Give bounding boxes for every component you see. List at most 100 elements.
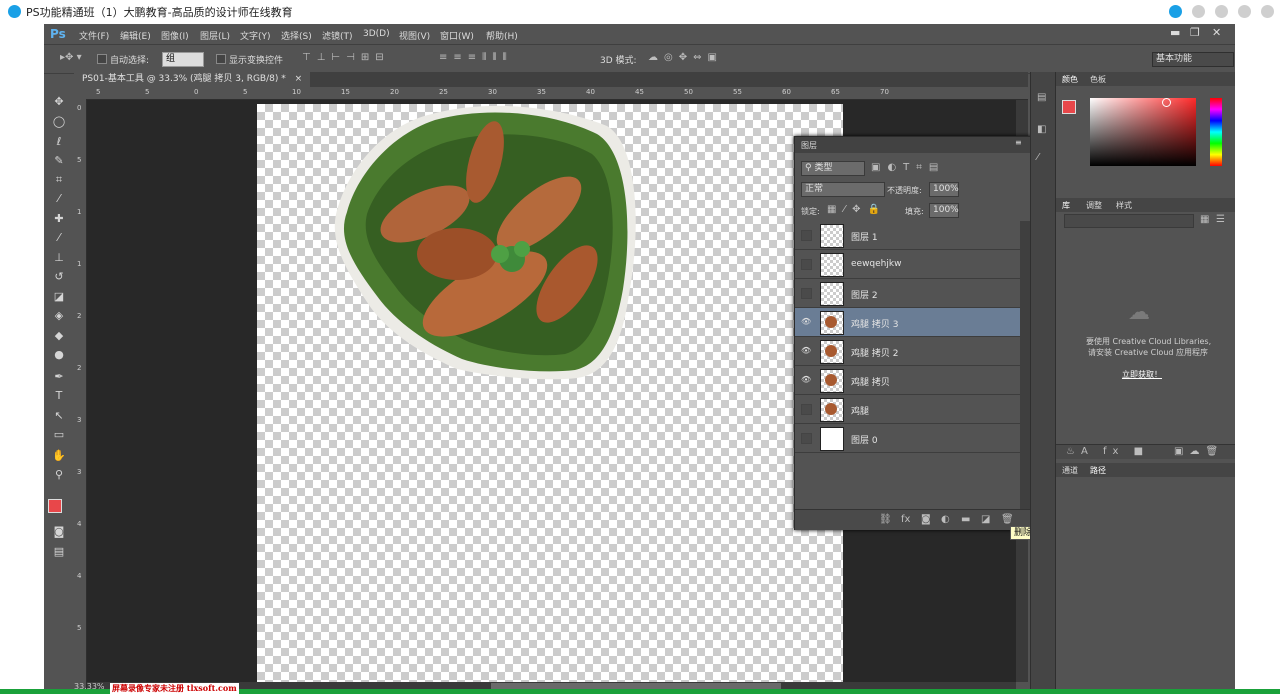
tab-color[interactable]: 颜色 (1062, 74, 1078, 85)
eyedropper-tool-icon[interactable]: ⁄ (52, 192, 66, 206)
visibility-toggle[interactable] (801, 433, 812, 444)
history-panel-icon[interactable]: ▤ (1037, 92, 1046, 103)
quick-mask-icon[interactable]: ◙ (52, 525, 66, 539)
hand-tool-icon[interactable]: ✋ (52, 449, 66, 463)
color-foreground-swatch[interactable] (1062, 100, 1076, 114)
player-pin-icon[interactable] (1169, 5, 1182, 18)
path-select-icon[interactable]: ↖ (52, 409, 66, 423)
menu-help[interactable]: 帮助(H) (486, 29, 518, 42)
menu-3d[interactable]: 3D(D) (363, 29, 390, 39)
add-mask-icon[interactable]: ◙ (921, 514, 931, 525)
rectangle-tool-icon[interactable]: ▭ (52, 428, 66, 442)
quick-select-tool-icon[interactable]: ✎ (52, 154, 66, 168)
get-cc-link[interactable]: 立即获取！ (1122, 369, 1162, 380)
layer-row[interactable]: 鸡腿 (795, 395, 1020, 424)
hue-slider[interactable] (1210, 98, 1222, 166)
align-icons[interactable]: ⊤⊥⊢⊣⊞⊟ (302, 52, 390, 63)
new-layer-icon[interactable]: ◪ (981, 514, 990, 525)
list-view-icon[interactable]: ☰ (1216, 214, 1225, 225)
menu-filter[interactable]: 滤镜(T) (322, 29, 353, 42)
paint-bucket-icon[interactable]: ◈ (52, 309, 66, 323)
pen-tool-icon[interactable]: ✒ (52, 370, 66, 384)
player-maximize-button[interactable] (1238, 5, 1251, 18)
type-tool-icon[interactable]: T (52, 389, 66, 403)
blend-mode-dropdown[interactable]: 正常 (801, 182, 885, 197)
stamp-tool-icon[interactable]: ⊥ (52, 251, 66, 265)
menu-type[interactable]: 文字(Y) (240, 29, 271, 42)
menu-edit[interactable]: 编辑(E) (120, 29, 151, 42)
player-minimize-button[interactable] (1215, 5, 1228, 18)
tab-channels[interactable]: 通道 (1062, 465, 1078, 476)
distribute-icons[interactable]: ≡≡≡⫴⫴⫴ (439, 52, 513, 63)
filter-icons[interactable]: ▣◐T⌗▤ (871, 162, 945, 173)
close-icon[interactable]: ✕ (1212, 26, 1221, 39)
adjustment-layer-icon[interactable]: ◐ (941, 514, 950, 525)
screen-mode-icon[interactable]: ▤ (52, 545, 66, 559)
layer-row[interactable]: 👁 鸡腿 拷贝 2 (795, 337, 1020, 366)
library-dropdown[interactable] (1064, 214, 1194, 228)
eraser-tool-icon[interactable]: ◪ (52, 290, 66, 304)
layer-row-selected[interactable]: 👁 鸡腿 拷贝 3 (795, 308, 1020, 337)
layer-row[interactable]: 图层 1 (795, 221, 1020, 250)
menu-file[interactable]: 文件(F) (79, 29, 109, 42)
tab-swatches[interactable]: 色板 (1090, 74, 1106, 85)
eye-icon[interactable]: 👁 (801, 375, 811, 384)
menu-image[interactable]: 图像(I) (161, 29, 189, 42)
layer-row[interactable]: eewqehjkw (795, 250, 1020, 279)
library-action-icons[interactable]: ▣☁🗑 (1174, 446, 1224, 457)
layers-panel-header[interactable]: 图层 ≡ (795, 137, 1030, 153)
tab-close-icon[interactable]: × (295, 74, 303, 84)
filter-type-dropdown[interactable]: ⚲ 类型 (801, 161, 865, 176)
tab-paths[interactable]: 路径 (1090, 465, 1106, 476)
move-tool-preset-icon[interactable]: ▸✥ ▾ (60, 52, 82, 63)
library-footer-icons[interactable]: ♨A fx ■ (1066, 446, 1149, 457)
eye-icon[interactable]: 👁 (801, 317, 811, 326)
lock-icons[interactable]: ▦⁄✥🔒 (827, 204, 887, 215)
eye-icon[interactable]: 👁 (801, 346, 811, 355)
tab-adjustments[interactable]: 调整 (1086, 200, 1102, 211)
auto-select-checkbox[interactable] (97, 54, 107, 64)
visibility-toggle[interactable] (801, 259, 812, 270)
menu-layer[interactable]: 图层(L) (200, 29, 230, 42)
marquee-tool-icon[interactable]: ◯ (52, 115, 66, 129)
player-skin-icon[interactable] (1192, 5, 1205, 18)
blur-tool-icon[interactable]: ◆ (52, 329, 66, 343)
properties-panel-icon[interactable]: ◧ (1037, 124, 1046, 135)
link-layers-icon[interactable]: ⛓ (879, 514, 892, 525)
minimize-icon[interactable]: ▬ (1170, 26, 1180, 39)
visibility-toggle[interactable] (801, 404, 812, 415)
dodge-tool-icon[interactable]: ● (52, 348, 66, 362)
document-canvas[interactable] (257, 104, 843, 682)
history-brush-icon[interactable]: ↺ (52, 270, 66, 284)
menu-select[interactable]: 选择(S) (281, 29, 312, 42)
auto-select-dropdown[interactable]: 组 (162, 52, 204, 67)
show-transform-checkbox[interactable] (216, 54, 226, 64)
grid-view-icon[interactable]: ▦ (1200, 214, 1209, 225)
healing-brush-icon[interactable]: ✚ (52, 212, 66, 226)
document-tab[interactable]: PS01-基本工具 @ 33.3% (鸡腿 拷贝 3, RGB/8) * × (74, 72, 311, 87)
panel-menu-icon[interactable]: ≡ (1015, 138, 1022, 147)
player-close-button[interactable] (1261, 5, 1274, 18)
menu-window[interactable]: 窗口(W) (440, 29, 474, 42)
3d-mode-icons[interactable]: ☁◎✥⇔▣ (648, 52, 723, 63)
menu-view[interactable]: 视图(V) (399, 29, 430, 42)
trash-icon[interactable]: 🗑 (1001, 514, 1014, 525)
visibility-toggle[interactable] (801, 230, 812, 241)
zoom-tool-icon[interactable]: ⚲ (52, 468, 66, 482)
color-picker-cursor[interactable] (1162, 98, 1171, 107)
move-tool-icon[interactable]: ✥ (52, 95, 66, 109)
layer-row[interactable]: 图层 0 (795, 424, 1020, 453)
crop-tool-icon[interactable]: ⌗ (52, 173, 66, 187)
layer-row[interactable]: 👁 鸡腿 拷贝 (795, 366, 1020, 395)
brush-tool-icon[interactable]: ⁄ (52, 231, 66, 245)
brush-panel-icon[interactable]: ⁄ (1037, 152, 1039, 163)
restore-icon[interactable]: ❐ (1190, 26, 1200, 39)
workspace-dropdown[interactable]: 基本功能 (1152, 52, 1234, 67)
fx-icon[interactable]: fx (901, 514, 910, 525)
fill-input[interactable]: 100% (929, 203, 959, 218)
visibility-toggle[interactable] (801, 288, 812, 299)
lasso-tool-icon[interactable]: ℓ (52, 135, 66, 149)
color-picker-field[interactable] (1090, 98, 1196, 166)
new-group-icon[interactable]: ▬ (961, 514, 970, 525)
tab-styles[interactable]: 样式 (1116, 200, 1132, 211)
